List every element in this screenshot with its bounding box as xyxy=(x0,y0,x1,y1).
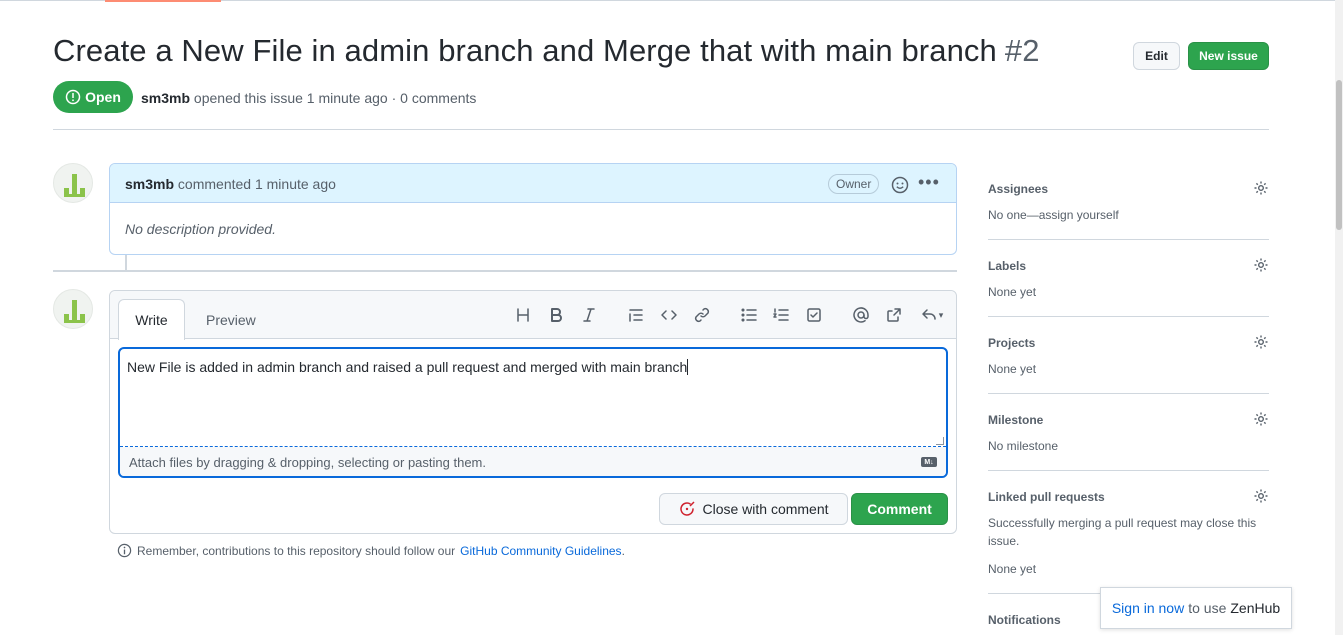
milestone-heading[interactable]: Milestone xyxy=(988,413,1043,427)
zenhub-middle-text: to use xyxy=(1188,600,1227,616)
guidelines-text: Remember, contributions to this reposito… xyxy=(137,543,456,558)
attach-files-bar[interactable]: Attach files by dragging & dropping, sel… xyxy=(120,447,946,476)
avatar[interactable] xyxy=(53,163,93,203)
labels-value: None yet xyxy=(988,285,1037,299)
heading-icon[interactable] xyxy=(514,306,532,324)
comment-author-line: sm3mb commented 1 minute ago xyxy=(125,176,336,192)
numbered-list-icon[interactable] xyxy=(772,306,790,324)
avatar[interactable] xyxy=(53,289,93,329)
comment-textarea[interactable]: New File is added in admin branch and ra… xyxy=(118,347,948,478)
link-icon[interactable] xyxy=(693,306,711,324)
edit-button[interactable]: Edit xyxy=(1133,42,1180,70)
labels-gear-icon[interactable] xyxy=(1253,257,1269,273)
issue-title: Create a New File in admin branch and Me… xyxy=(53,33,1040,69)
comment-timestamp[interactable]: commented 1 minute ago xyxy=(178,176,336,192)
identicon xyxy=(64,300,85,323)
linked-prs-description-cont: issue. xyxy=(988,534,1020,548)
close-with-comment-label: Close with comment xyxy=(702,501,829,517)
reply-icon[interactable]: ▾ xyxy=(918,306,946,324)
guidelines-note: Remember, contributions to this reposito… xyxy=(117,543,625,558)
zenhub-brand: ZenHub xyxy=(1230,600,1281,616)
issue-title-text: Create a New File in admin branch and Me… xyxy=(53,33,997,68)
sidebar-divider xyxy=(988,239,1269,240)
scrollbar-thumb[interactable] xyxy=(1336,80,1342,230)
tab-write[interactable]: Write xyxy=(118,299,185,340)
resize-handle[interactable] xyxy=(936,437,944,445)
header-divider xyxy=(53,129,1269,130)
linked-prs-heading[interactable]: Linked pull requests xyxy=(988,490,1105,504)
active-tab-underline xyxy=(105,0,221,2)
markdown-icon[interactable]: M↓ xyxy=(921,457,937,467)
community-guidelines-link[interactable]: GitHub Community Guidelines xyxy=(460,544,621,558)
identicon xyxy=(64,174,85,197)
quote-icon[interactable] xyxy=(627,306,645,324)
comment-options-icon[interactable]: ••• xyxy=(918,172,940,193)
labels-heading[interactable]: Labels xyxy=(988,259,1026,273)
bold-icon[interactable] xyxy=(547,306,565,324)
assignees-heading[interactable]: Assignees xyxy=(988,182,1048,196)
italic-icon[interactable] xyxy=(580,306,598,324)
status-badge: Open xyxy=(53,81,133,113)
projects-value: None yet xyxy=(988,362,1037,376)
reference-icon[interactable] xyxy=(885,306,903,324)
timeline-break xyxy=(53,270,957,272)
issue-open-icon xyxy=(65,89,81,105)
reaction-smiley-icon[interactable] xyxy=(891,176,909,194)
linked-prs-description: Successfully merging a pull request may … xyxy=(988,516,1257,530)
projects-heading[interactable]: Projects xyxy=(988,336,1035,350)
close-with-comment-button[interactable]: Close with comment xyxy=(659,493,848,525)
issue-number: #2 xyxy=(1004,33,1040,68)
issue-meta: sm3mb opened this issue 1 minute ago · 0… xyxy=(141,90,476,106)
sidebar-divider xyxy=(988,470,1269,471)
comment-input-text[interactable]: New File is added in admin branch and ra… xyxy=(127,359,689,375)
notifications-heading: Notifications xyxy=(988,613,1061,627)
issue-author-link[interactable]: sm3mb xyxy=(141,90,190,106)
milestone-value: No milestone xyxy=(988,439,1059,453)
code-icon[interactable] xyxy=(660,306,678,324)
zenhub-signin-popup: Sign in now to use ZenHub xyxy=(1100,587,1292,629)
bulleted-list-icon[interactable] xyxy=(740,306,758,324)
tab-preview[interactable]: Preview xyxy=(206,312,256,328)
mention-icon[interactable] xyxy=(852,306,870,324)
comment-author[interactable]: sm3mb xyxy=(125,176,174,192)
attach-files-hint[interactable]: Attach files by dragging & dropping, sel… xyxy=(129,455,486,470)
issue-meta-text: opened this issue 1 minute ago · 0 comme… xyxy=(193,90,477,106)
sidebar-divider xyxy=(988,316,1269,317)
status-label: Open xyxy=(85,89,121,105)
text-caret xyxy=(687,359,689,375)
assignees-gear-icon[interactable] xyxy=(1253,180,1269,196)
owner-badge: Owner xyxy=(828,174,880,194)
issue-closed-icon xyxy=(680,501,695,516)
sidebar-divider xyxy=(988,393,1269,394)
comment-box: sm3mb commented 1 minute ago Owner ••• N… xyxy=(109,163,957,255)
comment-header: sm3mb commented 1 minute ago Owner ••• xyxy=(110,164,956,203)
info-icon xyxy=(117,543,132,558)
comment-button[interactable]: Comment xyxy=(851,493,948,525)
zenhub-signin-link[interactable]: Sign in now xyxy=(1112,600,1184,616)
linked-prs-gear-icon[interactable] xyxy=(1253,488,1269,504)
timeline-line xyxy=(125,255,127,271)
milestone-gear-icon[interactable] xyxy=(1253,411,1269,427)
comment-input-value: New File is added in admin branch and ra… xyxy=(127,359,688,375)
task-list-icon[interactable] xyxy=(805,306,823,324)
assignees-value[interactable]: No one—assign yourself xyxy=(988,208,1119,222)
linked-prs-value: None yet xyxy=(988,562,1037,576)
page-scrollbar[interactable] xyxy=(1335,0,1343,635)
guidelines-end: . xyxy=(621,543,625,558)
projects-gear-icon[interactable] xyxy=(1253,334,1269,350)
comment-editor: Write Preview ▾ New File is added in adm… xyxy=(109,290,957,534)
editor-toolbar: Write Preview ▾ xyxy=(110,291,956,340)
new-issue-button[interactable]: New issue xyxy=(1188,42,1269,70)
comment-body: No description provided. xyxy=(125,221,276,237)
